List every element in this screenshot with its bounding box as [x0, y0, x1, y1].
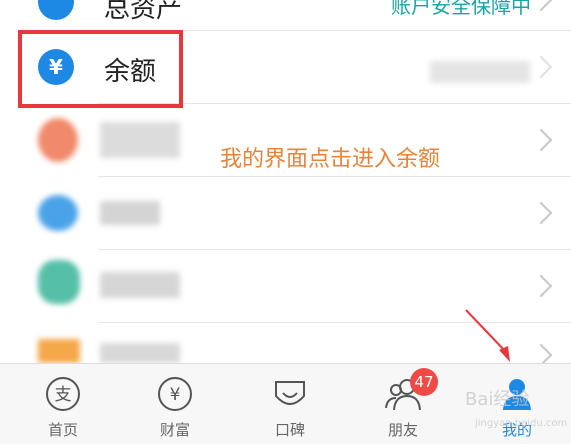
yen-circle-icon: ¥ [158, 377, 192, 411]
tab-home-label: 首页 [47, 421, 78, 439]
tab-home[interactable]: 支 首页 [8, 364, 118, 444]
tab-wealth[interactable]: ¥ 财富 [120, 364, 230, 444]
svg-text:支: 支 [55, 385, 72, 405]
tab-friends-label: 朋友 [387, 421, 418, 439]
baidu-jingyan-watermark: Bai经验 [465, 389, 530, 410]
friends-notification-badge: 47 [410, 368, 438, 396]
koubei-icon [275, 381, 305, 405]
tab-wealth-label: 财富 [159, 421, 190, 439]
baidu-jingyan-url: jingyan.baidu.com [475, 418, 568, 429]
alipay-home-icon: 支 [46, 377, 80, 411]
tab-koubei-label: 口碑 [274, 421, 305, 439]
svg-text:¥: ¥ [170, 385, 181, 405]
tab-koubei[interactable]: 口碑 [235, 364, 345, 444]
tab-friends[interactable]: 朋友 [348, 364, 458, 444]
